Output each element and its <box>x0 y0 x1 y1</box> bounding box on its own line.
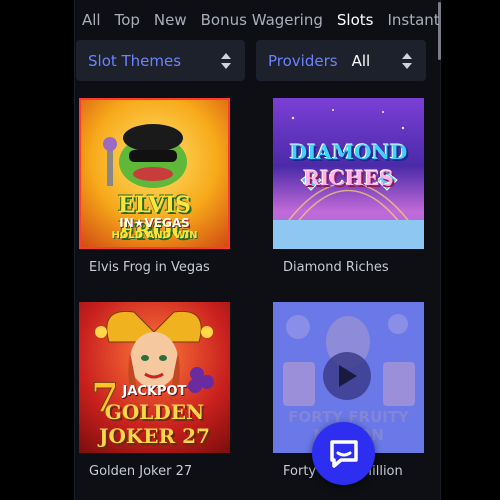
game-title[interactable]: Diamond Riches <box>283 260 389 275</box>
art-text-line3: JOKER 27 <box>99 424 210 448</box>
tab-instant[interactable]: Instant <box>387 8 439 36</box>
chat-bubble-icon <box>329 439 358 468</box>
tab-slots[interactable]: Slots <box>337 8 374 36</box>
art-text-line3: HOLD AND WIN <box>111 230 198 241</box>
tab-top[interactable]: Top <box>115 8 140 36</box>
tab-all[interactable]: All <box>82 8 101 36</box>
game-title[interactable]: Elvis Frog in Vegas <box>89 260 210 275</box>
tab-bonus-wagering[interactable]: Bonus Wagering <box>201 8 323 36</box>
play-button[interactable] <box>323 352 371 400</box>
game-thumbnail[interactable]: DIAMOND RICHES <box>273 98 424 249</box>
slot-themes-select[interactable]: Slot Themes <box>76 40 245 81</box>
providers-value: All <box>351 51 371 70</box>
sort-arrows-icon <box>221 53 231 69</box>
live-chat-button[interactable] <box>312 422 375 485</box>
game-thumbnail[interactable]: 7 JACKPOT GOLDEN JOKER 27 <box>79 302 230 453</box>
game-card-elvis-frog[interactable]: ELVIS FROG IN★VEGAS HOLD AND WIN Elvis F… <box>79 98 230 275</box>
art-text-line1: DIAMOND <box>289 140 408 164</box>
game-card-golden-joker-27[interactable]: 7 JACKPOT GOLDEN JOKER 27 Golden Joker 2… <box>79 302 230 479</box>
art-text-line2: RICHES <box>303 166 394 190</box>
slot-themes-label: Slot Themes <box>88 51 182 70</box>
art-text-line1: JACKPOT <box>122 384 187 399</box>
art-text-line2: GOLDEN <box>104 400 205 424</box>
art-text-line2: IN★VEGAS <box>119 216 190 230</box>
game-thumbnail[interactable]: ELVIS FROG IN★VEGAS HOLD AND WIN <box>79 98 230 249</box>
tab-new[interactable]: New <box>154 8 187 36</box>
play-icon <box>339 365 357 387</box>
category-tabs: All Top New Bonus Wagering Slots Instant <box>82 8 439 36</box>
game-title[interactable]: Golden Joker 27 <box>89 464 192 479</box>
providers-select[interactable]: Providers All <box>256 40 426 81</box>
providers-label: Providers <box>268 51 338 70</box>
sort-arrows-icon <box>402 53 412 69</box>
game-card-diamond-riches[interactable]: DIAMOND RICHES Diamond Riches <box>273 98 424 275</box>
